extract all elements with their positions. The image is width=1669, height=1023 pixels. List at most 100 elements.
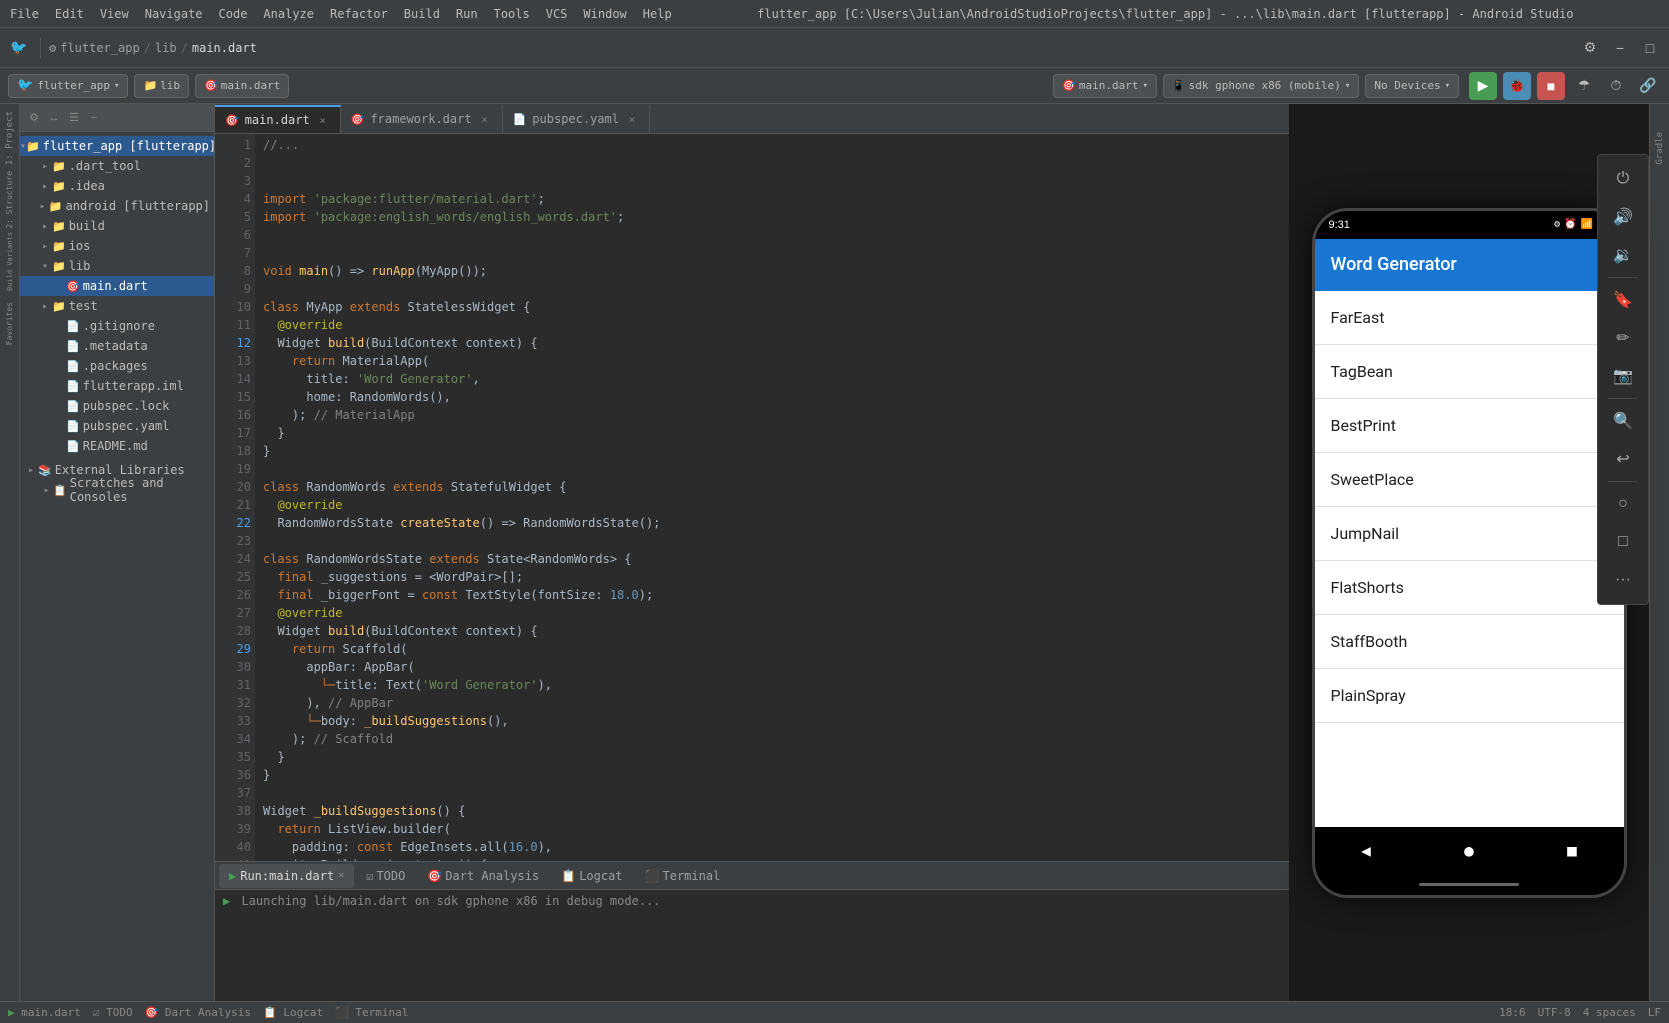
word-item-4[interactable]: JumpNail bbox=[1315, 507, 1624, 561]
code-text[interactable]: //... import 'package:flutter/material.d… bbox=[255, 134, 1289, 861]
structure-tab[interactable]: 2: Structure bbox=[1, 170, 19, 230]
tab-main-dart[interactable]: 🎯 main.dart × bbox=[215, 105, 341, 133]
code-editor[interactable]: 1 2 3 4 5 6 7 8 9 10 11 12 13 14 15 16 1… bbox=[215, 134, 1289, 861]
word-item-1[interactable]: TagBean bbox=[1315, 345, 1624, 399]
toolbar-restore[interactable]: □ bbox=[1637, 35, 1663, 61]
breadcrumb-lib[interactable]: lib bbox=[155, 41, 177, 55]
tree-item-flutterapp-iml[interactable]: · 📄 flutterapp.iml bbox=[20, 376, 214, 396]
main-dart-indicator[interactable]: 🎯 main.dart bbox=[195, 74, 289, 98]
word-item-7[interactable]: PlainSpray bbox=[1315, 669, 1624, 723]
emu-power-btn[interactable]: ⏻ bbox=[1605, 161, 1641, 197]
menu-bar[interactable]: File Edit View Navigate Code Analyze Ref… bbox=[10, 7, 672, 21]
breadcrumb-project[interactable]: ⚙ bbox=[49, 41, 56, 55]
tab-framework-dart[interactable]: 🎯 framework.dart × bbox=[341, 105, 503, 133]
breadcrumb-flutter-app[interactable]: flutter_app bbox=[60, 41, 139, 55]
tree-item-scratches[interactable]: · ▸ 📋 Scratches and Consoles bbox=[20, 480, 214, 500]
bottom-tab-todo[interactable]: ☑ TODO bbox=[356, 864, 415, 888]
attach-button[interactable]: 🔗 bbox=[1635, 73, 1661, 99]
menu-navigate[interactable]: Navigate bbox=[145, 7, 203, 21]
panel-gear-btn[interactable]: ☰ bbox=[66, 110, 82, 126]
bottom-tab-logcat[interactable]: 📋 Logcat bbox=[551, 864, 632, 888]
menu-view[interactable]: View bbox=[100, 7, 129, 21]
tree-item-idea[interactable]: ▸ 📁 .idea bbox=[20, 176, 214, 196]
emu-vol-up-btn[interactable]: 🔊 bbox=[1605, 199, 1641, 235]
word-item-3[interactable]: SweetPlace bbox=[1315, 453, 1624, 507]
run-button[interactable]: ▶ bbox=[1469, 72, 1497, 100]
word-item-2[interactable]: BestPrint bbox=[1315, 399, 1624, 453]
menu-analyze[interactable]: Analyze bbox=[263, 7, 314, 21]
project-tab[interactable]: 1: Project bbox=[1, 108, 19, 168]
lib-indicator[interactable]: 📁lib bbox=[134, 74, 189, 98]
emu-square-btn[interactable]: □ bbox=[1605, 524, 1641, 560]
tree-item-ios[interactable]: ▸ 📁 ios bbox=[20, 236, 214, 256]
status-logcat[interactable]: 📋 Logcat bbox=[263, 1006, 323, 1019]
tree-item-build[interactable]: ▸ 📁 build bbox=[20, 216, 214, 236]
emu-more-btn[interactable]: ··· bbox=[1605, 562, 1641, 598]
tree-item-readme[interactable]: · 📄 README.md bbox=[20, 436, 214, 456]
run-config[interactable]: 🎯 main.dart ▾ bbox=[1053, 74, 1157, 98]
panel-settings-btn[interactable]: ⚙ bbox=[26, 110, 42, 126]
breadcrumb-file[interactable]: main.dart bbox=[192, 41, 257, 55]
tree-item-main-dart[interactable]: · 🎯 main.dart bbox=[20, 276, 214, 296]
device-selector[interactable]: 📱 sdk gphone x86 (mobile) ▾ bbox=[1163, 74, 1359, 98]
tab-pubspec-yaml[interactable]: 📄 pubspec.yaml × bbox=[503, 105, 650, 133]
tree-item-metadata[interactable]: · 📄 .metadata bbox=[20, 336, 214, 356]
tree-item-flutter-app[interactable]: ▾ 📁 flutter_app [flutterapp] bbox=[20, 136, 214, 156]
emu-zoom-btn[interactable]: 🔍 bbox=[1605, 403, 1641, 439]
tree-item-android[interactable]: ▸ 📁 android [flutterapp] bbox=[20, 196, 214, 216]
menu-run[interactable]: Run bbox=[456, 7, 478, 21]
status-todo[interactable]: ☑ TODO bbox=[93, 1006, 133, 1019]
menu-tools[interactable]: Tools bbox=[494, 7, 530, 21]
menu-build[interactable]: Build bbox=[404, 7, 440, 21]
menu-edit[interactable]: Edit bbox=[55, 7, 84, 21]
bottom-tab-dart-analysis[interactable]: 🎯 Dart Analysis bbox=[417, 864, 549, 888]
menu-help[interactable]: Help bbox=[643, 7, 672, 21]
emu-circle-btn[interactable]: ○ bbox=[1605, 486, 1641, 522]
tab-close-main[interactable]: × bbox=[316, 113, 330, 127]
tree-item-gitignore[interactable]: · 📄 .gitignore bbox=[20, 316, 214, 336]
back-button[interactable]: ◀ bbox=[1346, 835, 1386, 867]
tree-item-pubspec-lock[interactable]: · 📄 pubspec.lock bbox=[20, 396, 214, 416]
word-item-6[interactable]: StaffBooth bbox=[1315, 615, 1624, 669]
tree-item-lib[interactable]: ▾ 📁 lib bbox=[20, 256, 214, 276]
menu-window[interactable]: Window bbox=[583, 7, 626, 21]
status-dart[interactable]: 🎯 Dart Analysis bbox=[145, 1006, 251, 1019]
favorites-tab[interactable]: Favorites bbox=[1, 294, 19, 354]
emu-undo-btn[interactable]: ↩ bbox=[1605, 441, 1641, 477]
bottom-tab-run[interactable]: ▶ Run: main.dart × bbox=[219, 864, 354, 888]
flutter-icon[interactable]: 🐦 bbox=[6, 35, 32, 61]
emu-vol-down-btn[interactable]: 🔉 bbox=[1605, 237, 1641, 273]
status-terminal[interactable]: ⬛ Terminal bbox=[335, 1006, 408, 1019]
emu-bookmark-btn[interactable]: 🔖 bbox=[1605, 282, 1641, 318]
coverage-button[interactable]: ☂ bbox=[1571, 73, 1597, 99]
profile-button[interactable]: ⏱ bbox=[1603, 73, 1629, 99]
phone-word-list[interactable]: FarEast TagBean BestPrint SweetPlace Jum… bbox=[1315, 291, 1624, 827]
stop-button[interactable]: ■ bbox=[1537, 72, 1565, 100]
settings-btn[interactable]: ⚙ bbox=[1577, 35, 1603, 61]
right-tab-gradle[interactable]: Gradle bbox=[1651, 108, 1669, 188]
bottom-tab-terminal[interactable]: ⬛ Terminal bbox=[635, 864, 731, 888]
tree-item-packages[interactable]: · 📄 .packages bbox=[20, 356, 214, 376]
word-item-5[interactable]: FlatShorts bbox=[1315, 561, 1624, 615]
project-selector[interactable]: 🐦 flutter_app ▾ bbox=[8, 74, 128, 98]
recents-button[interactable]: ■ bbox=[1552, 835, 1592, 867]
menu-vcs[interactable]: VCS bbox=[546, 7, 568, 21]
tab-close-pubspec[interactable]: × bbox=[625, 112, 639, 126]
tree-item-dart-tool[interactable]: ▸ 📁 .dart_tool bbox=[20, 156, 214, 176]
menu-code[interactable]: Code bbox=[219, 7, 248, 21]
no-devices-button[interactable]: No Devices ▾ bbox=[1365, 74, 1459, 98]
build-variants-tab[interactable]: Build Variants bbox=[1, 232, 19, 292]
tree-item-pubspec-yaml[interactable]: · 📄 pubspec.yaml bbox=[20, 416, 214, 436]
tree-item-test[interactable]: ▸ 📁 test bbox=[20, 296, 214, 316]
toolbar-minus[interactable]: − bbox=[1607, 35, 1633, 61]
home-button[interactable]: ● bbox=[1449, 835, 1489, 867]
panel-expand-btn[interactable]: ↔ bbox=[46, 110, 62, 126]
panel-close-btn[interactable]: − bbox=[86, 110, 102, 126]
tab-close-framework[interactable]: × bbox=[478, 112, 492, 126]
emu-camera-btn[interactable]: 📷 bbox=[1605, 358, 1641, 394]
word-item-0[interactable]: FarEast bbox=[1315, 291, 1624, 345]
debug-button[interactable]: 🐞 bbox=[1503, 72, 1531, 100]
menu-file[interactable]: File bbox=[10, 7, 39, 21]
menu-refactor[interactable]: Refactor bbox=[330, 7, 388, 21]
emu-eraser-btn[interactable]: ✏ bbox=[1605, 320, 1641, 356]
